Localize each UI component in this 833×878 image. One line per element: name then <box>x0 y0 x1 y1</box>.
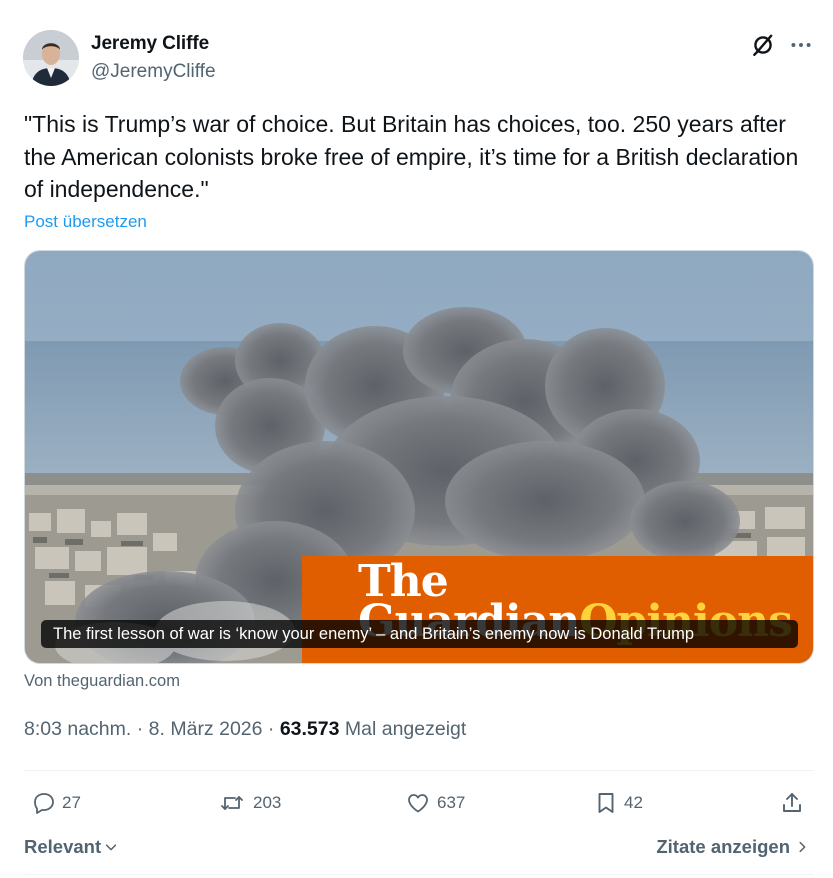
translate-link[interactable]: Post übersetzen <box>24 212 147 232</box>
sort-label: Relevant <box>24 836 102 857</box>
author-name[interactable]: Jeremy Cliffe <box>91 33 209 55</box>
card-caption: The first lesson of war is ‘know your en… <box>41 620 798 648</box>
bookmark-icon <box>598 793 614 813</box>
repost-icon <box>221 796 243 810</box>
view-quotes-link[interactable]: Zitate anzeigen <box>656 836 809 858</box>
repost-count: 203 <box>253 793 282 812</box>
chevron-right-icon <box>799 841 806 853</box>
meta-separator: · <box>136 718 144 740</box>
divider <box>24 874 814 875</box>
chevron-down-icon <box>105 844 117 851</box>
sort-dropdown[interactable]: Relevant <box>24 836 118 858</box>
reply-button[interactable]: 27 <box>32 789 81 817</box>
bookmark-count: 42 <box>624 793 643 812</box>
like-icon <box>408 794 428 813</box>
bookmark-button[interactable]: 42 <box>594 789 643 817</box>
avatar[interactable] <box>23 30 79 86</box>
like-button[interactable]: 637 <box>405 789 465 817</box>
post-meta: 8:03 nachm. · 8. März 2026 · 63.573 Mal … <box>24 718 466 741</box>
author-handle[interactable]: @JeremyCliffe <box>91 61 216 83</box>
post-time[interactable]: 8:03 nachm. <box>24 718 131 740</box>
grok-icon[interactable] <box>750 32 776 58</box>
repost-button[interactable]: 203 <box>217 789 281 817</box>
like-count: 637 <box>437 793 466 812</box>
quotes-label: Zitate anzeigen <box>656 836 790 857</box>
avatar-image <box>23 30 79 86</box>
card-source[interactable]: Von theguardian.com <box>24 672 180 691</box>
views-label: Mal angezeigt <box>344 718 467 740</box>
views-count: 63.573 <box>279 718 340 740</box>
share-icon <box>783 793 801 812</box>
tweet: Jeremy Cliffe @JeremyCliffe "This is Tru… <box>0 0 833 878</box>
link-card[interactable]: The GuardianOpinions The first lesson of… <box>24 250 814 664</box>
post-text: "This is Trump’s war of choice. But Brit… <box>24 111 799 202</box>
more-icon[interactable] <box>788 32 814 58</box>
reply-count: 27 <box>62 793 81 812</box>
post-date[interactable]: 8. März 2026 <box>149 718 263 740</box>
divider <box>24 770 814 771</box>
share-button[interactable] <box>780 789 810 817</box>
reply-icon <box>34 793 54 814</box>
meta-separator: · <box>267 718 275 740</box>
